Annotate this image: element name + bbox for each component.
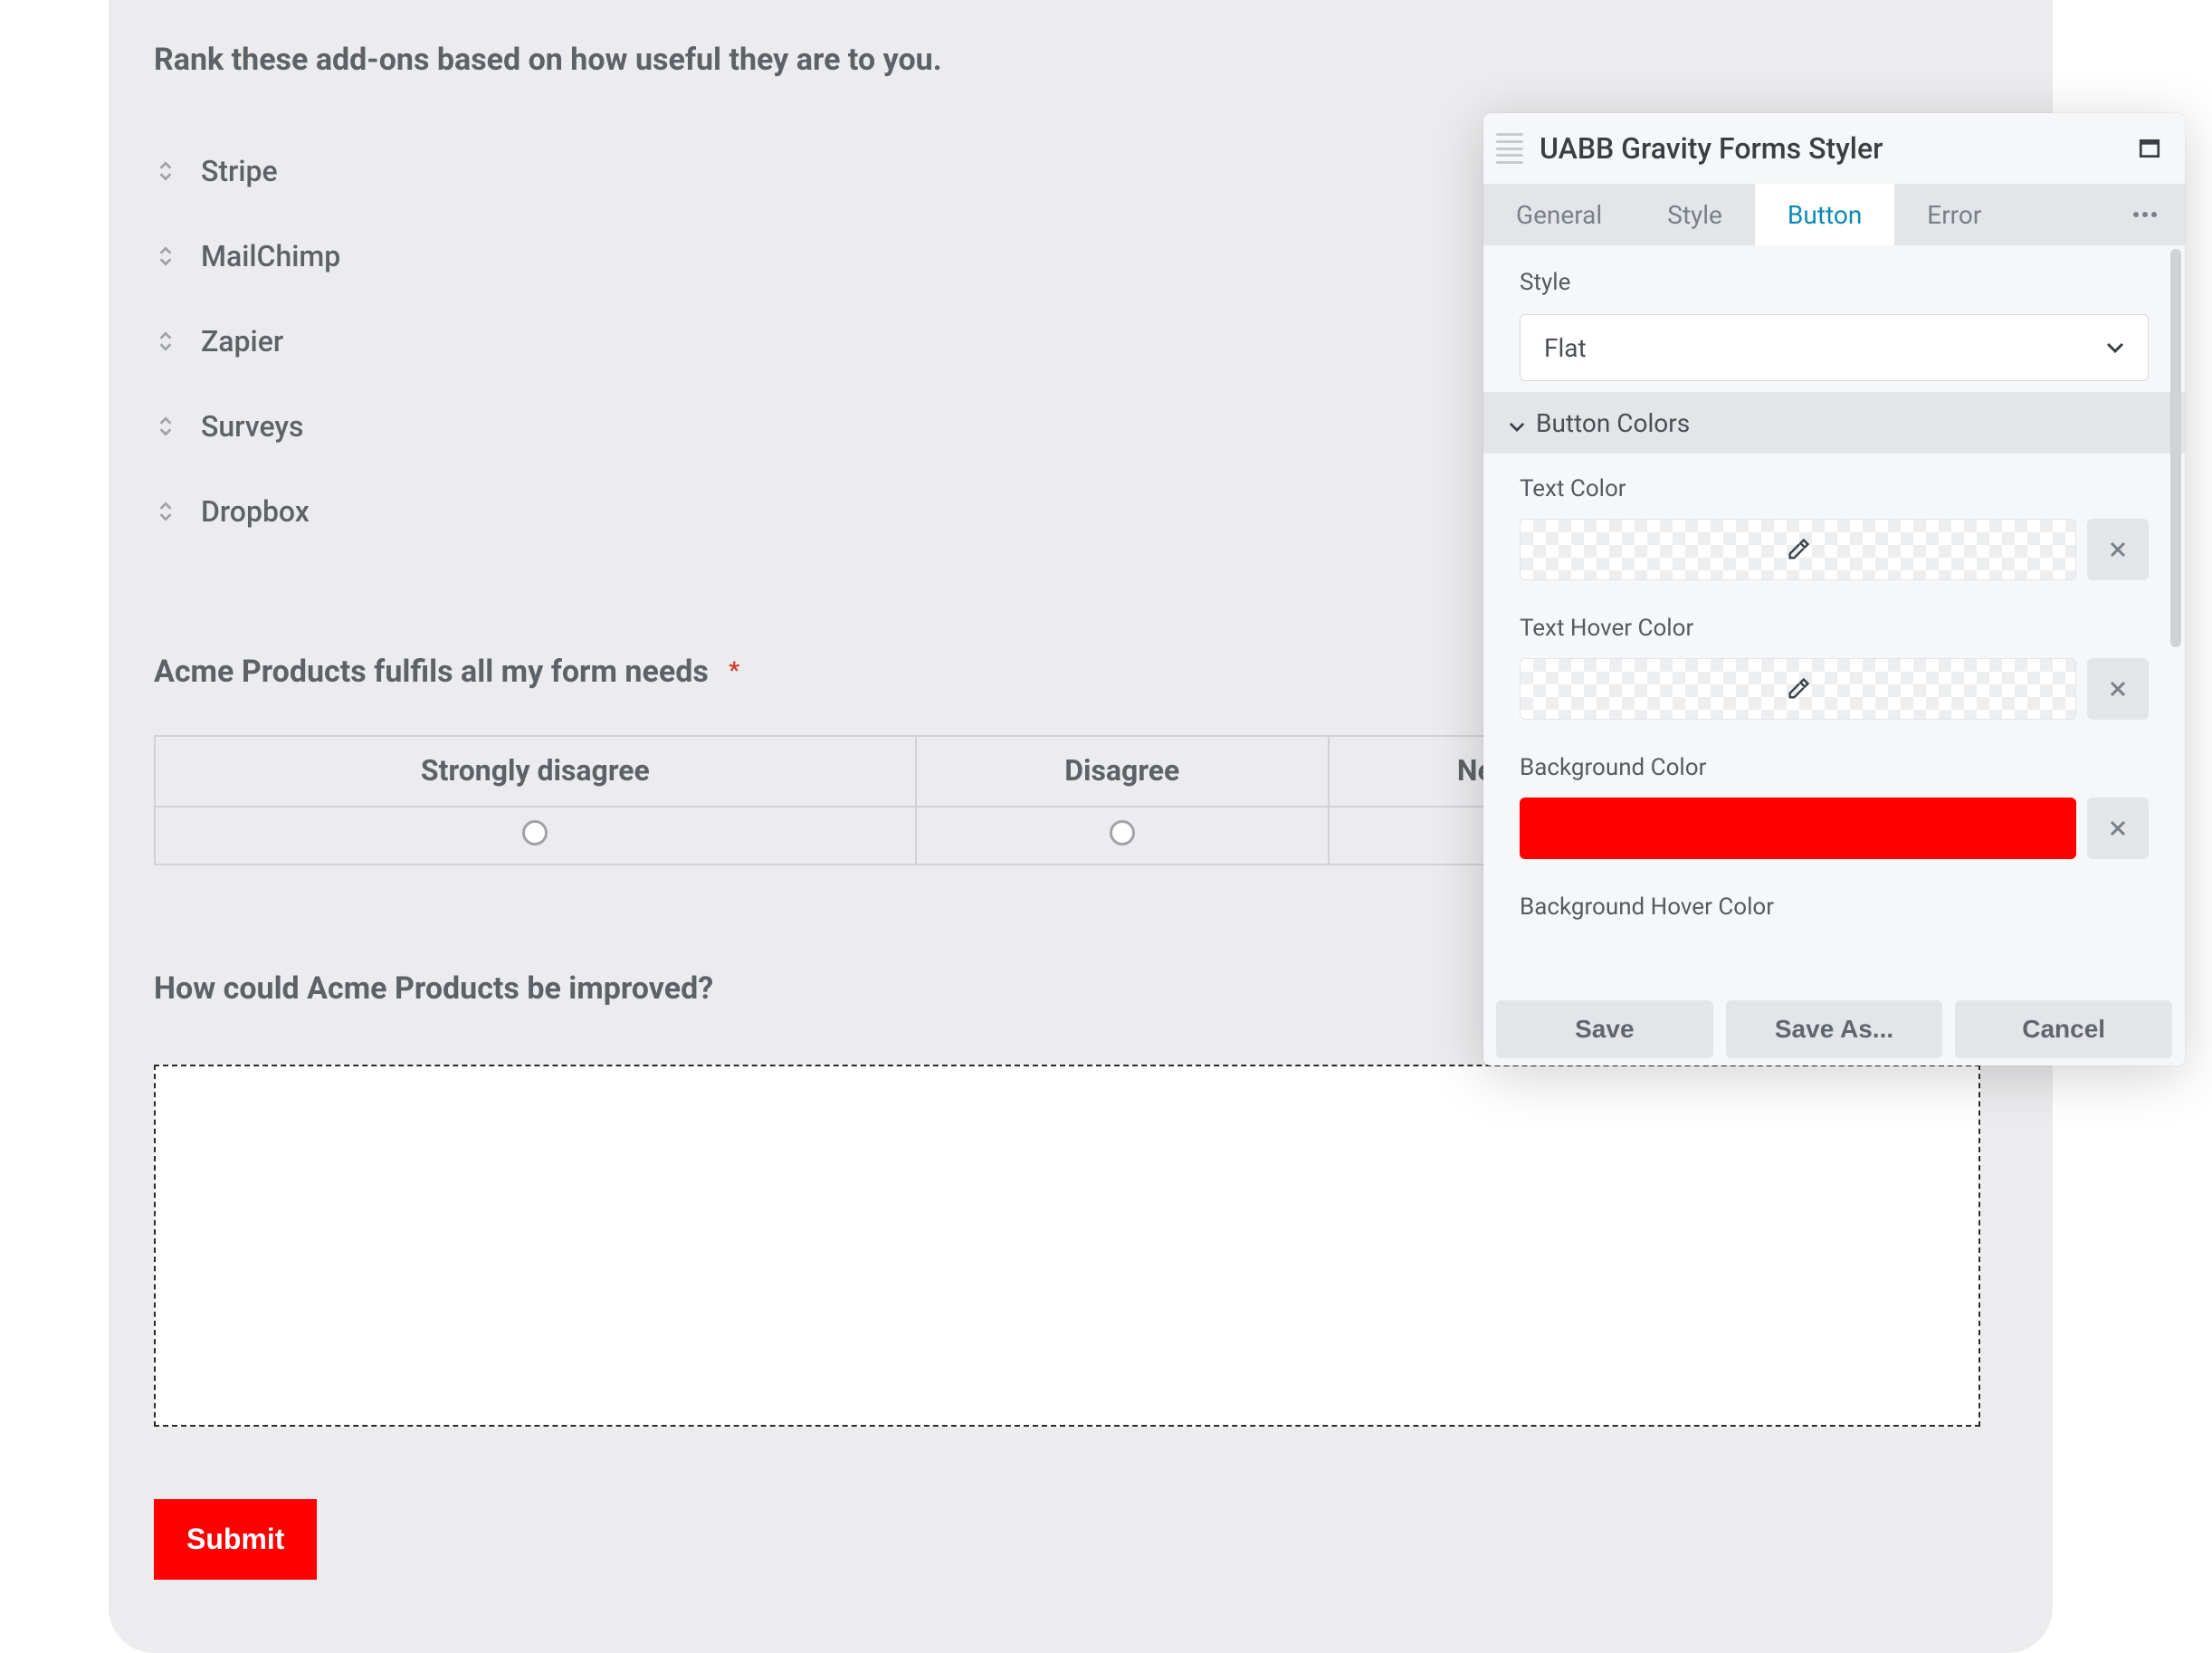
chevron-down-icon [2106,342,2124,353]
save-button[interactable]: Save [1496,1000,1713,1058]
likert-radio[interactable] [522,820,548,846]
style-field-label: Style [1520,269,2149,296]
panel-header[interactable]: UABB Gravity Forms Styler [1483,113,2185,184]
color-picker-text[interactable] [1520,519,2076,580]
color-label: Text Color [1520,475,2149,502]
color-label: Background Color [1520,754,2149,781]
likert-radio[interactable] [1110,820,1135,846]
rank-item-label: Surveys [201,409,304,444]
panel-tabs: General Style Button Error [1483,184,2185,245]
color-group-background: Background Color [1483,732,2185,872]
save-as-button[interactable]: Save As... [1726,1000,1943,1058]
tab-general[interactable]: General [1483,184,1635,245]
drag-handle-icon[interactable] [154,244,177,268]
color-label: Text Hover Color [1520,615,2149,642]
tab-error[interactable]: Error [1894,184,2014,245]
color-picker-background[interactable] [1520,798,2076,859]
drag-handle-icon[interactable] [154,500,177,523]
rank-item-label: Zapier [201,324,283,358]
drag-grip-icon[interactable] [1496,129,1523,167]
panel-title: UABB Gravity Forms Styler [1540,131,2121,166]
drag-handle-icon[interactable] [154,415,177,438]
color-group-background-hover: Background Hover Color [1483,872,2185,921]
section-header-label: Button Colors [1536,408,1690,438]
drag-handle-icon[interactable] [154,159,177,183]
likert-question-text: Acme Products fulfils all my form needs [154,654,709,690]
rank-item-label: Dropbox [201,494,310,529]
clear-color-button[interactable] [2087,658,2149,720]
panel-body: Style Flat Button Colors Text Color [1483,245,2185,993]
color-group-text: Text Color [1483,454,2185,593]
rank-item-label: MailChimp [201,239,340,273]
color-group-text-hover: Text Hover Color [1483,593,2185,732]
rank-item-label: Stripe [201,154,278,188]
cancel-button[interactable]: Cancel [1955,1000,2172,1058]
required-marker: * [729,657,739,684]
maximize-icon[interactable] [2138,137,2161,160]
color-label: Background Hover Color [1520,893,2149,921]
style-select-value: Flat [1544,333,1587,363]
styler-panel: UABB Gravity Forms Styler General Style … [1483,113,2185,1065]
improve-textarea[interactable] [154,1065,1980,1427]
clear-color-button[interactable] [2087,798,2149,859]
tab-more-icon[interactable] [2100,184,2185,245]
likert-header: Disagree [916,736,1329,807]
style-field-section: Style Flat [1483,245,2185,392]
style-select[interactable]: Flat [1520,314,2149,381]
tab-button[interactable]: Button [1755,184,1894,245]
panel-footer: Save Save As... Cancel [1483,993,2185,1065]
panel-scrollbar[interactable] [2170,249,2181,647]
chevron-down-icon [1509,408,1525,438]
clear-color-button[interactable] [2087,519,2149,580]
section-header-button-colors[interactable]: Button Colors [1483,392,2185,454]
tab-style[interactable]: Style [1635,184,1755,245]
drag-handle-icon[interactable] [154,330,177,353]
color-picker-text-hover[interactable] [1520,658,2076,720]
likert-header: Strongly disagree [155,736,916,807]
submit-button[interactable]: Submit [154,1499,317,1580]
rank-question-title: Rank these add-ons based on how useful t… [154,42,1980,78]
